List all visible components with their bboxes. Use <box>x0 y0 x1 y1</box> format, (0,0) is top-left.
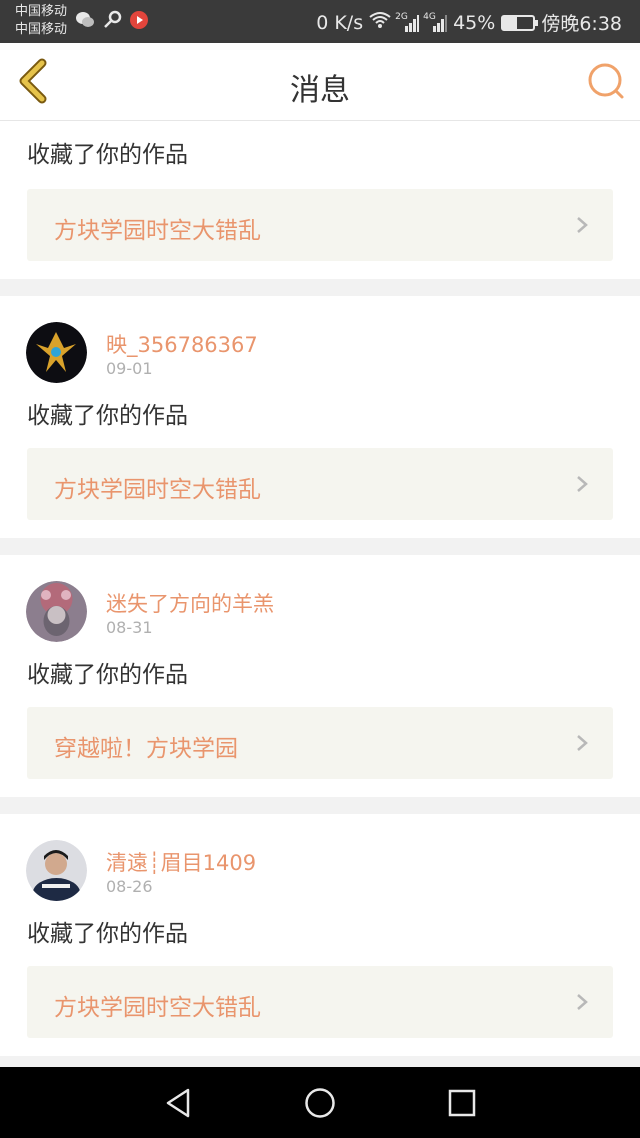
signal-icon-2: 4G <box>423 11 448 32</box>
message-date: 09-01 <box>106 359 153 378</box>
username[interactable]: 清遠┊眉目1409 <box>106 847 256 877</box>
work-title: 方块学园时空大错乱 <box>54 477 261 503</box>
status-bar: 中国移动 中国移动 0 K/s 2G 4G 45% 傍晚6:38 <box>0 0 640 43</box>
work-title: 穿越啦！方块学园 <box>54 736 238 762</box>
chevron-right-icon <box>577 994 588 1010</box>
battery-icon <box>501 14 539 31</box>
circle-home-icon <box>305 1088 335 1118</box>
message-item: 收藏了你的作品 方块学园时空大错乱 <box>0 121 640 279</box>
username[interactable]: 映_356786367 <box>106 329 258 359</box>
message-sender[interactable]: 迷失了方向的羊羔 08-31 <box>0 555 640 643</box>
message-sender[interactable]: 映_356786367 09-01 <box>0 296 640 384</box>
battery-percent: 45% <box>453 11 496 34</box>
system-nav-bar <box>0 1067 640 1138</box>
square-recents-icon <box>448 1089 476 1117</box>
wechat-icon <box>75 10 95 30</box>
avatar[interactable] <box>26 840 87 901</box>
search-button[interactable] <box>586 61 626 101</box>
message-sender[interactable]: 清遠┊眉目1409 08-26 <box>0 814 640 902</box>
page-title: 消息 <box>290 73 350 108</box>
chevron-right-icon <box>577 217 588 233</box>
key-icon <box>102 10 122 30</box>
work-link[interactable]: 方块学园时空大错乱 <box>27 448 613 520</box>
status-right: 0 K/s 2G 4G 45% 傍晚6:38 <box>316 9 622 36</box>
chevron-right-icon <box>577 476 588 492</box>
message-action-text: 收藏了你的作品 <box>27 403 188 429</box>
message-action-text: 收藏了你的作品 <box>27 142 188 168</box>
search-icon <box>588 63 624 99</box>
signal-icon-1: 2G <box>395 11 420 32</box>
nav-back-button[interactable] <box>160 1085 196 1121</box>
message-item: 迷失了方向的羊羔 08-31 收藏了你的作品 穿越啦！方块学园 <box>0 555 640 797</box>
network-speed: 0 K/s <box>316 11 364 34</box>
message-item: 映_356786367 09-01 收藏了你的作品 方块学园时空大错乱 <box>0 296 640 538</box>
message-item: 清遠┊眉目1409 08-26 收藏了你的作品 方块学园时空大错乱 <box>0 814 640 1056</box>
work-title: 方块学园时空大错乱 <box>54 218 261 244</box>
avatar[interactable] <box>26 581 87 642</box>
signal-2-label: 4G <box>423 11 436 22</box>
message-date: 08-31 <box>106 618 153 637</box>
nav-recents-button[interactable] <box>444 1085 480 1121</box>
carrier-1: 中国移动 <box>15 4 68 19</box>
message-action-text: 收藏了你的作品 <box>27 921 188 947</box>
chevron-right-icon <box>577 735 588 751</box>
triangle-back-icon <box>166 1088 190 1118</box>
work-link[interactable]: 穿越啦！方块学园 <box>27 707 613 779</box>
battery-fill <box>503 16 517 29</box>
work-link[interactable]: 方块学园时空大错乱 <box>27 966 613 1038</box>
message-list[interactable]: 收藏了你的作品 方块学园时空大错乱 映_356786367 09-01 收藏了你… <box>0 121 640 1067</box>
carrier-info: 中国移动 中国移动 <box>15 3 67 39</box>
work-link[interactable]: 方块学园时空大错乱 <box>27 189 613 261</box>
username[interactable]: 迷失了方向的羊羔 <box>106 588 274 618</box>
nav-home-button[interactable] <box>302 1085 338 1121</box>
carrier-2: 中国移动 <box>15 22 68 37</box>
message-date: 08-26 <box>106 877 153 896</box>
avatar[interactable] <box>26 322 87 383</box>
notification-icons <box>75 10 149 30</box>
work-title: 方块学园时空大错乱 <box>54 995 261 1021</box>
message-action-text: 收藏了你的作品 <box>27 662 188 688</box>
top-app-bar: 消息 <box>0 43 640 121</box>
clock: 傍晚6:38 <box>541 13 622 35</box>
signal-1-label: 2G <box>395 11 408 22</box>
video-app-icon <box>129 10 149 30</box>
wifi-icon <box>369 11 391 34</box>
